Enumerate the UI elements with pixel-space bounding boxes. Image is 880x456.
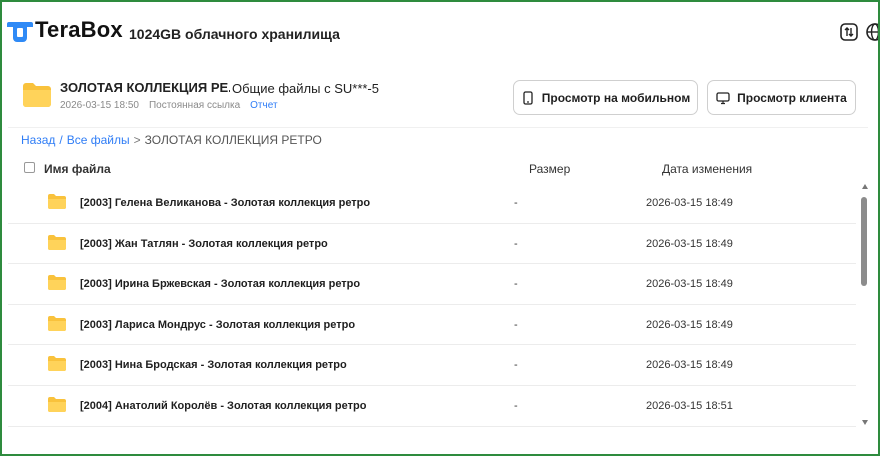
file-name[interactable]: [2004] Анатолий Королёв - Золотая коллек… <box>80 400 366 412</box>
file-date: 2026-03-15 18:51 <box>646 399 733 412</box>
breadcrumb-separator: / <box>59 133 63 147</box>
table-row[interactable]: [2003] Жан Татлян - Золотая коллекция ре… <box>8 224 856 265</box>
folder-info-panel: ЗОЛОТАЯ КОЛЛЕКЦИЯ РЕ... Общие файлы с SU… <box>8 62 868 128</box>
file-size: - <box>514 359 518 372</box>
top-bar: TeraBox 1024GB облачного хранилища <box>2 2 880 60</box>
breadcrumb-back[interactable]: Назад <box>21 133 55 147</box>
folder-icon <box>48 315 66 331</box>
file-name[interactable]: [2003] Нина Бродская - Золотая коллекция… <box>80 359 347 371</box>
table-header: Имя файла Размер Дата изменения <box>8 155 858 183</box>
file-name[interactable]: [2003] Ирина Бржевская - Золотая коллекц… <box>80 278 360 290</box>
file-size: - <box>514 237 518 250</box>
folder-icon <box>48 234 66 250</box>
table-row[interactable]: [2003] Лариса Мондрус - Золотая коллекци… <box>8 305 856 346</box>
breadcrumb-all-files[interactable]: Все файлы <box>67 133 130 147</box>
table-row[interactable]: [2003] Гелена Великанова - Золотая колле… <box>8 183 856 224</box>
share-date: 2026-03-15 18:50 <box>60 100 139 111</box>
scroll-up-arrow-icon[interactable] <box>862 184 868 189</box>
view-on-mobile-label: Просмотр на мобильном <box>541 90 691 105</box>
file-size: - <box>514 318 518 331</box>
phone-icon <box>523 90 533 105</box>
select-all-checkbox[interactable] <box>24 162 35 173</box>
breadcrumb-separator: > <box>133 133 141 147</box>
shared-by-label: Общие файлы с SU***-5 <box>232 81 379 96</box>
storage-label[interactable]: 1024GB облачного хранилища <box>129 26 340 42</box>
terabox-logo-icon[interactable] <box>7 18 33 44</box>
table-row[interactable]: [2004] Анатолий Королёв - Золотая коллек… <box>8 386 856 427</box>
monitor-icon <box>716 91 730 104</box>
file-size: - <box>514 278 518 291</box>
file-name[interactable]: [2003] Гелена Великанова - Золотая колле… <box>80 197 370 209</box>
file-date: 2026-03-15 18:49 <box>646 237 733 250</box>
view-client-label: Просмотр клиента <box>737 90 847 105</box>
breadcrumb: Назад / Все файлы > ЗОЛОТАЯ КОЛЛЕКЦИЯ РЕ… <box>21 133 322 147</box>
folder-meta: 2026-03-15 18:50 Постоянная ссылка Отчет <box>60 100 278 111</box>
scrollbar-thumb[interactable] <box>861 197 867 286</box>
file-date: 2026-03-15 18:49 <box>646 197 733 209</box>
view-on-mobile-button[interactable]: Просмотр на мобильном <box>513 80 698 115</box>
folder-title: ЗОЛОТАЯ КОЛЛЕКЦИЯ РЕ... <box>60 80 230 95</box>
folder-icon <box>48 396 66 412</box>
file-name[interactable]: [2003] Лариса Мондрус - Золотая коллекци… <box>80 319 355 331</box>
file-date: 2026-03-15 18:49 <box>646 318 733 331</box>
file-date: 2026-03-15 18:49 <box>646 278 733 291</box>
link-type: Постоянная ссылка <box>148 100 241 111</box>
breadcrumb-current: ЗОЛОТАЯ КОЛЛЕКЦИЯ РЕТРО <box>144 133 322 147</box>
file-size: - <box>514 197 518 209</box>
file-date: 2026-03-15 18:49 <box>646 359 733 372</box>
table-row[interactable]: [2003] Нина Бродская - Золотая коллекция… <box>8 345 856 386</box>
view-client-button[interactable]: Просмотр клиента <box>707 80 856 115</box>
file-list: [2003] Гелена Великанова - Золотая колле… <box>8 183 856 427</box>
brand-name[interactable]: TeraBox <box>35 17 123 43</box>
folder-icon <box>48 275 66 291</box>
globe-icon[interactable] <box>865 22 880 42</box>
folder-icon <box>23 83 51 107</box>
file-name[interactable]: [2003] Жан Татлян - Золотая коллекция ре… <box>80 238 328 250</box>
sort-icon[interactable] <box>839 22 859 42</box>
column-header-size[interactable]: Размер <box>529 162 570 176</box>
scroll-down-arrow-icon[interactable] <box>862 420 868 425</box>
report-link[interactable]: Отчет <box>250 100 277 111</box>
file-size: - <box>514 399 518 412</box>
folder-icon <box>48 194 66 209</box>
column-header-date[interactable]: Дата изменения <box>662 162 752 176</box>
table-row[interactable]: [2003] Ирина Бржевская - Золотая коллекц… <box>8 264 856 305</box>
folder-icon <box>48 356 66 372</box>
column-header-name[interactable]: Имя файла <box>44 162 111 176</box>
